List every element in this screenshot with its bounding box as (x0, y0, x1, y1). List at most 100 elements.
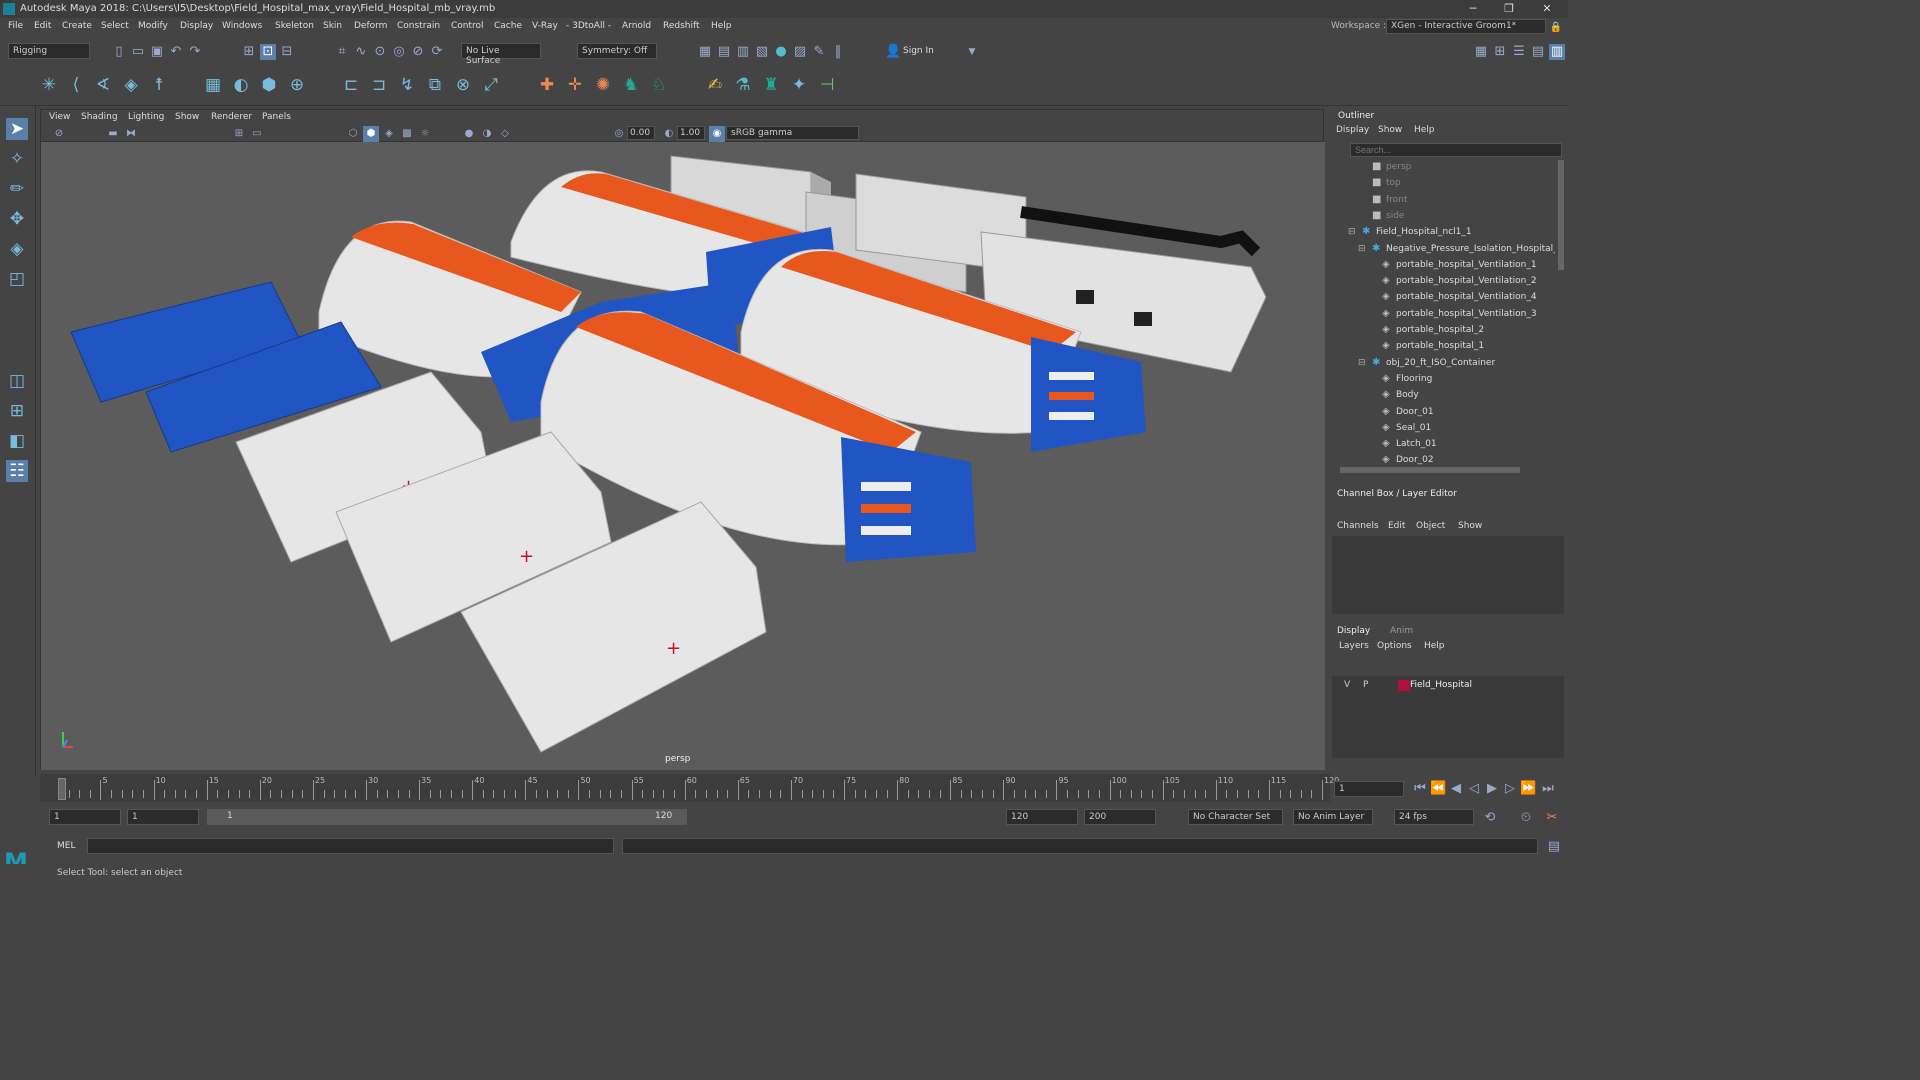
outliner-item[interactable]: ⊟ ✱ Field_Hospital_ncl1_1 (1330, 225, 1555, 241)
play-forward-icon[interactable]: ▶ (1484, 781, 1500, 797)
textured-icon[interactable]: ▩ (399, 126, 415, 142)
select-component-icon[interactable]: ⊟ (279, 44, 295, 60)
lock-icon[interactable]: 🔒 (1548, 20, 1564, 36)
mel-label[interactable]: MEL (57, 841, 75, 851)
image-plane-icon[interactable]: ▬ (105, 126, 121, 142)
workspace-dropdown[interactable]: XGen - Interactive Groom1* (1386, 19, 1546, 34)
snap-grid-icon[interactable]: ⌗ (334, 44, 350, 60)
motion-blur-icon[interactable]: ◇ (497, 126, 513, 142)
bind-skin-icon[interactable]: ◈ (120, 74, 142, 96)
scene-render[interactable]: + + + (41, 142, 1325, 770)
outliner-item[interactable]: ■ top (1330, 176, 1555, 192)
panel-menu-panels[interactable]: Panels (262, 112, 291, 122)
menu-select[interactable]: Select (101, 21, 129, 31)
panel-menu-lighting[interactable]: Lighting (128, 112, 164, 122)
locator-icon[interactable]: ✚ (536, 74, 558, 96)
copy-weights-icon[interactable]: ♜ (760, 74, 782, 96)
menu-display[interactable]: Display (180, 21, 213, 31)
channel-show-menu[interactable]: Show (1458, 521, 1482, 531)
snap-curve-icon[interactable]: ∿ (353, 44, 369, 60)
insert-joint-icon[interactable]: ✦ (788, 74, 810, 96)
exposure-icon[interactable]: ◎ (611, 126, 627, 142)
blend-shape-icon[interactable]: ◐ (230, 74, 252, 96)
step-back-key-icon[interactable]: ⏪ (1430, 781, 1446, 797)
pole-vector-icon[interactable]: ⤢ (480, 74, 502, 96)
live-surface-field[interactable]: No Live Surface (461, 43, 541, 66)
ik-spline-icon[interactable]: ∢ (92, 74, 114, 96)
key-scale-icon[interactable]: ✺ (592, 74, 614, 96)
layer-color-swatch[interactable] (1398, 680, 1410, 691)
menu-3dtoall[interactable]: - 3DtoAll - (566, 21, 611, 31)
go-to-start-icon[interactable]: ⏮ (1412, 781, 1428, 797)
open-scene-icon[interactable]: ▭ (130, 44, 146, 60)
exposure-field[interactable]: 0.00 (627, 126, 655, 140)
chevron-down-icon[interactable]: ▼ (964, 44, 980, 60)
joint-tool-icon[interactable]: ✳ (38, 74, 60, 96)
lattice-icon[interactable]: ▦ (202, 74, 224, 96)
command-input[interactable] (87, 838, 614, 854)
aim-constraint-icon[interactable]: ⊗ (452, 74, 474, 96)
outliner-toggle-icon[interactable]: ▥ (1549, 44, 1565, 60)
menu-modify[interactable]: Modify (138, 21, 168, 31)
current-time-marker[interactable] (58, 778, 66, 800)
outliner-item[interactable]: ◈ Door_02 (1330, 453, 1555, 465)
outliner-item[interactable]: ◈ portable_hospital_Ventilation_4 (1330, 290, 1555, 306)
channel-edit-menu[interactable]: Edit (1388, 521, 1405, 531)
layer-options-menu[interactable]: Options (1377, 641, 1412, 651)
outliner-item[interactable]: ◈ portable_hospital_Ventilation_3 (1330, 307, 1555, 323)
go-to-end-icon[interactable]: ⏭ (1540, 781, 1556, 797)
outliner-item[interactable]: ⊟ ✱ obj_20_ft_ISO_Container (1330, 356, 1555, 372)
color-space-dropdown[interactable]: sRGB gamma (726, 126, 859, 140)
menu-constrain[interactable]: Constrain (397, 21, 440, 31)
ambient-occlusion-icon[interactable]: ◑ (479, 126, 495, 142)
point-constraint-icon[interactable]: ⊐ (368, 74, 390, 96)
start-time-field[interactable]: 1 (49, 809, 121, 825)
select-object-icon[interactable]: ⊡ (260, 44, 276, 60)
hypershade-icon[interactable]: ● (773, 44, 789, 60)
set-key-icon[interactable]: ✛ (564, 74, 586, 96)
select-tool-icon[interactable]: ➤ (6, 118, 28, 140)
save-scene-icon[interactable]: ▣ (149, 44, 165, 60)
outliner-h-scrollbar[interactable] (1340, 467, 1520, 473)
pause-render-icon[interactable]: ‖ (830, 44, 846, 60)
new-scene-icon[interactable]: ▯ (111, 44, 127, 60)
bookmark-icon[interactable]: ⧓ (123, 126, 139, 142)
outliner-search-input[interactable] (1350, 143, 1562, 157)
render-frame-icon[interactable]: ▤ (716, 44, 732, 60)
restore-button[interactable]: ❐ (1498, 2, 1520, 16)
undo-icon[interactable]: ↶ (168, 44, 184, 60)
outliner-item[interactable]: ■ front (1330, 193, 1555, 209)
ik-handle-icon[interactable]: ⟨ (65, 74, 87, 96)
expand-toggle-icon[interactable]: ⊟ (1358, 358, 1366, 368)
anim-prefs-icon[interactable]: ✂ (1544, 810, 1560, 826)
color-management-icon[interactable]: ◉ (709, 126, 725, 142)
scale-tool-icon[interactable]: ◰ (6, 268, 28, 290)
close-button[interactable]: ✕ (1536, 2, 1558, 16)
expand-toggle-icon[interactable]: ⊟ (1358, 244, 1366, 254)
modeling-toolkit-icon[interactable]: ▦ (1473, 44, 1489, 60)
mirror-weights-icon[interactable]: ⚗ (732, 74, 754, 96)
step-forward-key-icon[interactable]: ⏩ (1520, 781, 1536, 797)
outliner-item[interactable]: ◈ Seal_01 (1330, 421, 1555, 437)
move-tool-icon[interactable]: ✥ (6, 208, 28, 230)
outliner-persp-icon[interactable]: ☷ (6, 460, 28, 482)
menu-help[interactable]: Help (711, 21, 732, 31)
panel-menu-shading[interactable]: Shading (81, 112, 118, 122)
menu-deform[interactable]: Deform (354, 21, 387, 31)
outliner-item[interactable]: ◈ Flooring (1330, 372, 1555, 388)
render-settings-icon[interactable]: ▧ (754, 44, 770, 60)
tab-display[interactable]: Display (1337, 626, 1370, 636)
outliner-menu-show[interactable]: Show (1378, 125, 1402, 135)
smooth-shade-icon[interactable]: ⬢ (363, 126, 379, 142)
panel-menu-view[interactable]: View (49, 112, 70, 122)
sub-character-icon[interactable]: ♘ (648, 74, 670, 96)
outliner-menu-help[interactable]: Help (1414, 125, 1435, 135)
outliner-item[interactable]: ■ side (1330, 209, 1555, 225)
menu-cache[interactable]: Cache (494, 21, 522, 31)
attribute-editor-icon[interactable]: ⊞ (1492, 44, 1508, 60)
wrap-icon[interactable]: ⊕ (286, 74, 308, 96)
lights-icon[interactable]: ☼ (417, 126, 433, 142)
camera-attributes-icon[interactable]: ⊘ (51, 126, 67, 142)
gamma-icon[interactable]: ◐ (661, 126, 677, 142)
snap-edge-icon[interactable]: ⟳ (429, 44, 445, 60)
